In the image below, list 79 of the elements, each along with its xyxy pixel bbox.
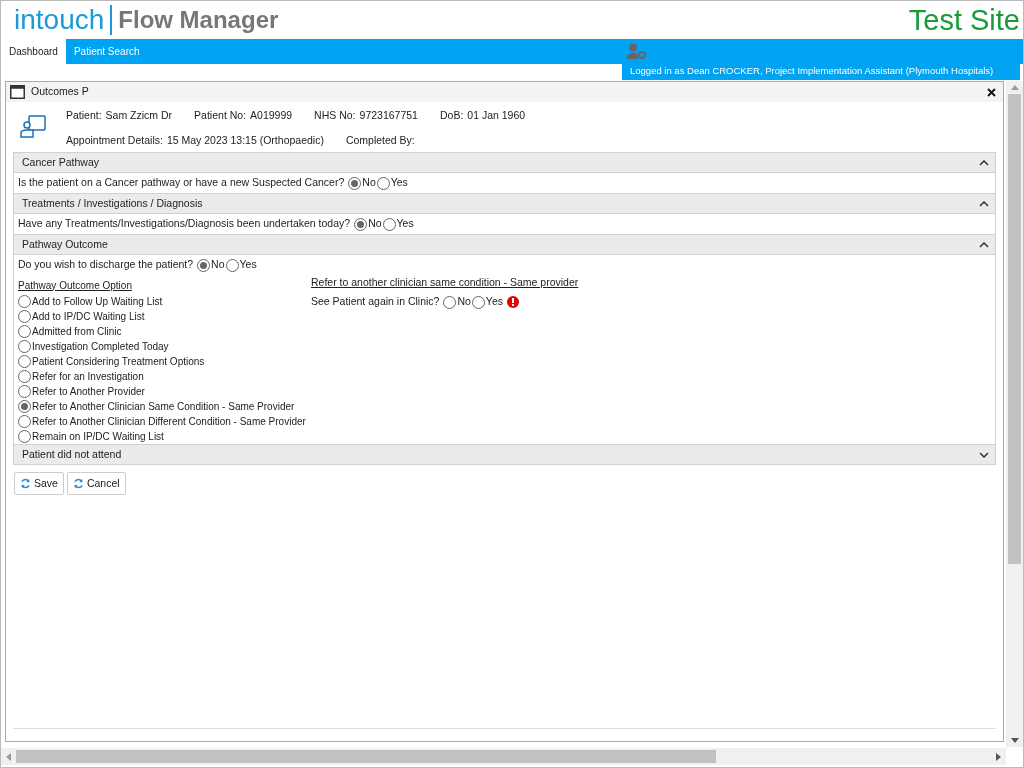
scroll-left-icon[interactable] bbox=[6, 752, 11, 761]
field-label: Patient No: bbox=[194, 108, 247, 123]
logged-in-text: Logged in as Dean CROCKER, Project Implementation Assistant (Plymouth Hospitals) bbox=[630, 64, 995, 78]
question-text: Is the patient on a Cancer pathway or have a new Suspected Cancer? bbox=[18, 175, 345, 191]
field-value: A019999 bbox=[250, 108, 293, 123]
field-value: 15 May 2023 13:15 (Orthopaedic) bbox=[166, 132, 324, 148]
app-logo: intouch Flow Manager bbox=[14, 5, 279, 35]
section-header[interactable]: Treatments / Investigations / Diagnosis bbox=[14, 193, 995, 214]
radio-label: Investigation Completed Today bbox=[32, 340, 169, 354]
scroll-right-icon[interactable] bbox=[996, 752, 1001, 761]
radio-label: Refer to Another Clinician Different Condition - Same Provider bbox=[32, 415, 306, 429]
section-subheading: Pathway Outcome Option bbox=[18, 278, 133, 293]
radio-button[interactable] bbox=[471, 295, 485, 309]
radio-label: Refer to Another Provider bbox=[32, 385, 145, 399]
close-icon[interactable] bbox=[987, 87, 996, 97]
scroll-up-icon[interactable] bbox=[1010, 85, 1019, 90]
refresh-icon bbox=[72, 478, 84, 489]
radio-label: Patient Considering Treatment Options bbox=[32, 355, 205, 369]
radio-button[interactable] bbox=[18, 400, 31, 413]
radio-button[interactable] bbox=[18, 295, 31, 308]
chevron-down-icon[interactable] bbox=[979, 451, 989, 458]
field-label: Completed By: bbox=[345, 132, 415, 148]
horizontal-scrollbar[interactable] bbox=[1, 748, 1006, 765]
field-label: NHS No: bbox=[314, 108, 356, 123]
section-header[interactable]: Cancer Pathway bbox=[14, 152, 995, 173]
field-value: 9723167751 bbox=[359, 108, 418, 123]
section-subheading: Refer to another clinician same condition - Same provider bbox=[311, 275, 579, 291]
field-value: 01 Jan 1960 bbox=[467, 108, 526, 123]
radio-label: Remain on IP/DC Waiting List bbox=[32, 430, 164, 444]
radio-label: No bbox=[368, 216, 382, 232]
radio-button[interactable] bbox=[382, 217, 396, 231]
refresh-icon bbox=[20, 478, 31, 489]
radio-label: Yes bbox=[390, 175, 408, 191]
radio-button[interactable] bbox=[18, 355, 31, 368]
radio-button[interactable] bbox=[18, 385, 31, 398]
question-text: Do you wish to discharge the patient? bbox=[18, 257, 194, 273]
radio-button[interactable] bbox=[354, 217, 368, 231]
section-header[interactable]: Pathway Outcome bbox=[14, 234, 995, 255]
vertical-scrollbar[interactable] bbox=[1006, 81, 1023, 747]
radio-button[interactable] bbox=[18, 370, 31, 383]
radio-label: Refer to Another Clinician Same Condition - Same Provider bbox=[32, 400, 295, 414]
radio-label: Yes bbox=[239, 257, 257, 273]
radio-label: Add to Follow Up Waiting List bbox=[32, 295, 163, 309]
window-icon bbox=[10, 85, 25, 99]
radio-button[interactable] bbox=[225, 258, 239, 272]
field-label: Patient: bbox=[66, 108, 102, 123]
radio-button[interactable] bbox=[348, 176, 362, 190]
chevron-up-icon[interactable] bbox=[979, 200, 989, 207]
radio-button[interactable] bbox=[18, 310, 31, 323]
radio-button[interactable] bbox=[18, 430, 31, 443]
radio-label: No bbox=[211, 257, 225, 273]
radio-label: Yes bbox=[485, 294, 503, 310]
radio-button[interactable] bbox=[443, 295, 457, 309]
question-text: Have any Treatments/Investigations/Diagnosis been undertaken today? bbox=[18, 216, 351, 232]
action-button[interactable]: Cancel bbox=[66, 472, 126, 495]
field-label: DoB: bbox=[439, 108, 464, 123]
field-value: Sam Zzicm Dr bbox=[105, 108, 173, 123]
section-header[interactable]: Patient did not attend bbox=[14, 444, 995, 465]
radio-label: Refer for an Investigation bbox=[32, 370, 144, 384]
chevron-up-icon[interactable] bbox=[979, 159, 989, 166]
radio-button[interactable] bbox=[18, 415, 31, 428]
radio-button[interactable] bbox=[197, 258, 211, 272]
dialog-title: Outcomes P bbox=[31, 84, 90, 100]
question-text: See Patient again in Clinic? bbox=[311, 294, 440, 310]
scroll-down-icon[interactable] bbox=[1010, 738, 1019, 743]
site-label: Test Site bbox=[908, 5, 1020, 35]
nav-tab[interactable]: Dashboard bbox=[1, 39, 66, 64]
radio-button[interactable] bbox=[18, 325, 31, 338]
chevron-up-icon[interactable] bbox=[979, 241, 989, 248]
action-button[interactable]: Save bbox=[14, 472, 64, 495]
field-label: Appointment Details: bbox=[66, 132, 163, 148]
radio-label: No bbox=[362, 175, 376, 191]
radio-label: Add to IP/DC Waiting List bbox=[32, 310, 145, 324]
patient-at-screen-icon bbox=[20, 114, 46, 138]
radio-label: No bbox=[457, 294, 471, 310]
radio-button[interactable] bbox=[376, 176, 390, 190]
radio-label: Admitted from Clinic bbox=[32, 325, 122, 339]
radio-button[interactable] bbox=[18, 340, 31, 353]
radio-label: Yes bbox=[396, 216, 414, 232]
